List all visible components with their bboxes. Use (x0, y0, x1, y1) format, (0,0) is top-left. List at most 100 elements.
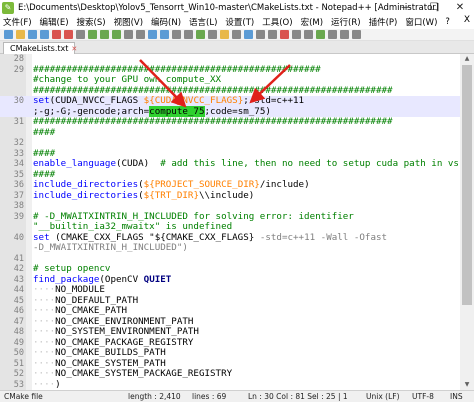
toolbar-button-icon[interactable] (40, 30, 49, 39)
code-editor[interactable]: 28 29 ####################################… (0, 54, 474, 390)
code-token: /include) (259, 179, 310, 190)
toolbar-button-icon[interactable] (136, 30, 145, 39)
menu-item[interactable]: 语言(L) (189, 16, 217, 28)
line-number: 44 (13, 285, 24, 295)
code-token: include_directories (33, 179, 139, 190)
line-number: 46 (13, 306, 24, 316)
toolbar-button-icon[interactable] (184, 30, 193, 39)
toolbar-button-icon[interactable] (232, 30, 241, 39)
line-number: 36 (13, 180, 24, 190)
line-number: 45 (13, 295, 24, 306)
code-token: \\include) (198, 189, 255, 201)
code-text: ····) (33, 379, 61, 391)
code-line[interactable]: 34 enable_language(CUDA) # add this line,… (0, 158, 460, 170)
line-number: 31 (13, 117, 24, 127)
scrollbar-thumb[interactable] (462, 65, 472, 305)
toolbar-button-icon[interactable] (196, 30, 205, 39)
code-token: ${TRT_DIR} (143, 189, 199, 201)
status-mode: INS (450, 392, 463, 401)
code-line[interactable]: 53 ····) (0, 379, 460, 391)
code-token: ;code=sm_75) (204, 105, 271, 117)
toolbar-button-icon[interactable] (304, 30, 313, 39)
toolbar-button-icon[interactable] (4, 30, 13, 39)
menu-item[interactable]: 设置(T) (225, 16, 254, 28)
toolbar-button-icon[interactable] (88, 30, 97, 39)
menu-item[interactable]: 宏(M) (301, 16, 323, 28)
minimize-button[interactable]: — (392, 0, 420, 15)
code-token: ########################################… (33, 84, 393, 96)
code-token: (CUDA) (115, 158, 161, 169)
scroll-down-arrow-icon[interactable]: ▼ (460, 380, 474, 390)
code-token: ;-g;-G;-gencode;arch= (33, 105, 150, 117)
tab-bar: CMakeLists.txt ✕ (0, 41, 474, 54)
line-number: 28 (13, 54, 24, 64)
line-number: 38 (13, 201, 24, 211)
toolbar-button-icon[interactable] (244, 30, 253, 39)
maximize-button[interactable]: ☐ (420, 0, 448, 15)
code-token: ···· (33, 347, 56, 358)
code-token: enable_language (33, 158, 116, 169)
menu-item[interactable]: ? (445, 17, 450, 27)
code-token: ···· (33, 368, 56, 379)
toolbar-button-icon[interactable] (124, 30, 133, 39)
line-number: 48 (13, 327, 24, 337)
code-text: ····NO_CMAKE_SYSTEM_PACKAGE_REGISTRY (33, 368, 232, 380)
toolbar-button-icon[interactable] (280, 30, 289, 39)
code-token: NO_CMAKE_ENVIRONMENT_PATH (55, 315, 194, 327)
line-number: 52 (13, 369, 24, 379)
toolbar-button-icon[interactable] (328, 30, 337, 39)
toolbar-button-icon[interactable] (340, 30, 349, 39)
code-token: QUIET (143, 273, 172, 285)
toolbar-button-icon[interactable] (100, 30, 109, 39)
toolbar-button-icon[interactable] (64, 30, 73, 39)
scroll-up-arrow-icon[interactable]: ▲ (460, 54, 474, 64)
close-window-button[interactable]: ✕ (446, 0, 474, 15)
toolbar-button-icon[interactable] (172, 30, 181, 39)
menu-item[interactable]: 编辑(E) (40, 16, 69, 28)
menu-item[interactable]: 文件(F) (3, 16, 32, 28)
toolbar-button-icon[interactable] (160, 30, 169, 39)
status-eol: Unix (LF) (366, 392, 400, 401)
menu-item[interactable]: 编码(N) (151, 16, 181, 28)
menu-item[interactable]: 搜索(S) (77, 16, 106, 28)
code-token: NO_MODULE (55, 284, 105, 295)
toolbar-button-icon[interactable] (148, 30, 157, 39)
line-number: 37 (13, 190, 24, 201)
tab-label: CMakeLists.txt (10, 44, 69, 53)
toolbar-button-icon[interactable] (76, 30, 85, 39)
tab-cmakelists[interactable]: CMakeLists.txt ✕ (3, 42, 77, 54)
code-token: (CMAKE_CXX_FLAGS "${CMAKE_CXX_FLAGS} (49, 231, 260, 243)
menu-item[interactable]: 运行(R) (331, 16, 361, 28)
code-line[interactable]: 37 include_directories(${TRT_DIR}\\includ… (0, 189, 460, 202)
status-position: Ln : 30 Col : 81 Sel : 25 | 1 (248, 392, 348, 401)
toolbar-button-icon[interactable] (256, 30, 265, 39)
code-line[interactable]: -D_MWAITXINTRIN_H_INCLUDED") (0, 242, 460, 254)
toolbar-button-icon[interactable] (112, 30, 121, 39)
toolbar-button-icon[interactable] (352, 30, 361, 39)
code-line[interactable]: 32 (0, 138, 460, 149)
menu-item[interactable]: 插件(P) (369, 16, 398, 28)
code-line[interactable]: 31 ######################################… (0, 116, 460, 128)
menu-item[interactable]: 视图(V) (114, 16, 143, 28)
toolbar-button-icon[interactable] (292, 30, 301, 39)
toolbar-button-icon[interactable] (268, 30, 277, 39)
toolbar-button-icon[interactable] (52, 30, 61, 39)
code-token: ···· (33, 294, 56, 306)
tab-close-icon[interactable]: ✕ (71, 45, 77, 53)
code-line[interactable]: #### (0, 127, 460, 139)
toolbar-button-icon[interactable] (16, 30, 25, 39)
code-token: -std=c++11 -Wall -Ofast (259, 231, 388, 243)
toolbar-button-icon[interactable] (316, 30, 325, 39)
code-token: NO_CMAKE_SYSTEM_PATH (55, 357, 166, 369)
code-token: ${CUDA_NVCC_FLAGS} (143, 95, 244, 106)
toolbar-button-icon[interactable] (28, 30, 37, 39)
code-line[interactable]: 52 ····NO_CMAKE_SYSTEM_PACKAGE_REGISTRY (0, 368, 460, 380)
toolbar-button-icon[interactable] (220, 30, 229, 39)
menu-item[interactable]: 窗口(W) (405, 16, 437, 28)
close-document-button[interactable]: X (464, 15, 470, 25)
menu-item[interactable]: 工具(O) (262, 16, 292, 28)
code-text: ########################################… (33, 116, 393, 128)
code-token: NO_DEFAULT_PATH (55, 294, 139, 306)
line-number: 50 (13, 348, 24, 358)
toolbar-button-icon[interactable] (208, 30, 217, 39)
